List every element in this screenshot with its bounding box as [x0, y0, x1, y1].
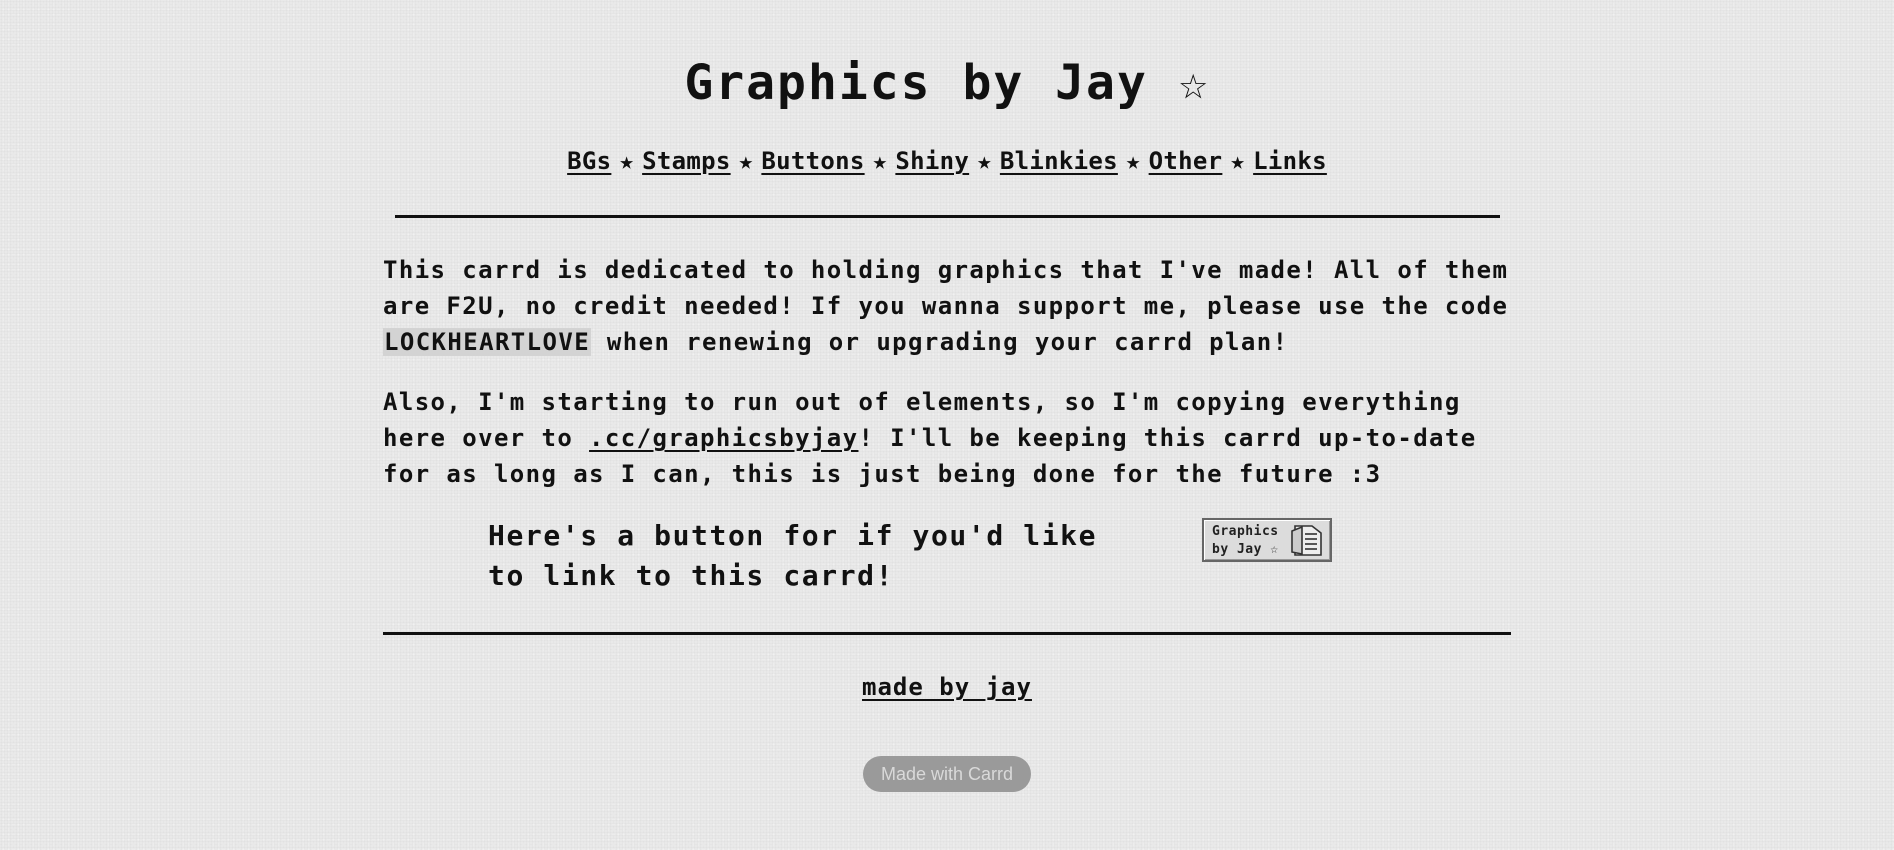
nav-link-shiny[interactable]: Shiny — [895, 147, 969, 175]
intro-paragraph: This carrd is dedicated to holding graph… — [383, 252, 1513, 360]
button-image-label: Graphics by Jay ☆ — [1212, 524, 1279, 557]
nav-link-other[interactable]: Other — [1149, 147, 1223, 175]
nav-separator: ★ — [738, 147, 754, 175]
made-by: made by jay — [0, 670, 1894, 704]
nav-link-stamps[interactable]: Stamps — [642, 147, 731, 175]
site-link-button-image[interactable]: Graphics by Jay ☆ — [1202, 518, 1332, 562]
page-title: Graphics by Jay ☆ — [684, 55, 1210, 111]
nav-bar: BGs ★ Stamps ★ Buttons ★ Shiny ★ Blinkies ★ Other ★… — [0, 144, 1894, 178]
made-with-carrd-badge[interactable]: Made with Carrd — [863, 756, 1031, 792]
nav-link-buttons[interactable]: Buttons — [761, 147, 864, 175]
promo-code: LOCKHEARTLOVE — [383, 328, 592, 356]
button-section-text: Here's a button for if you'd like to lin… — [488, 519, 1098, 592]
document-icon — [1291, 525, 1322, 556]
page: Graphics by Jay ☆ BGs ★ Stamps ★ Buttons ★ Shi… — [0, 0, 1894, 850]
notice-paragraph: Also, I'm starting to run out of element… — [383, 384, 1513, 492]
intro-text-end: when renewing or upgrading your carrd pl… — [591, 328, 1289, 356]
nav-separator: ★ — [619, 147, 635, 175]
made-by-link[interactable]: made by jay — [862, 673, 1032, 701]
nav-separator: ★ — [872, 147, 888, 175]
nav-link-bgs[interactable]: BGs — [567, 147, 611, 175]
intro-text-start: This carrd is dedicated to holding graph… — [383, 256, 1509, 320]
nav-link-links[interactable]: Links — [1253, 147, 1327, 175]
nav-separator: ★ — [1125, 147, 1141, 175]
nav-separator: ★ — [1230, 147, 1246, 175]
graphicsbyjay-link[interactable]: .cc/graphicsbyjay — [589, 424, 858, 452]
nav-separator: ★ — [977, 147, 992, 175]
nav-link-blinkies[interactable]: Blinkies — [1000, 147, 1118, 175]
top-divider — [395, 215, 1500, 218]
bottom-divider — [383, 632, 1511, 635]
